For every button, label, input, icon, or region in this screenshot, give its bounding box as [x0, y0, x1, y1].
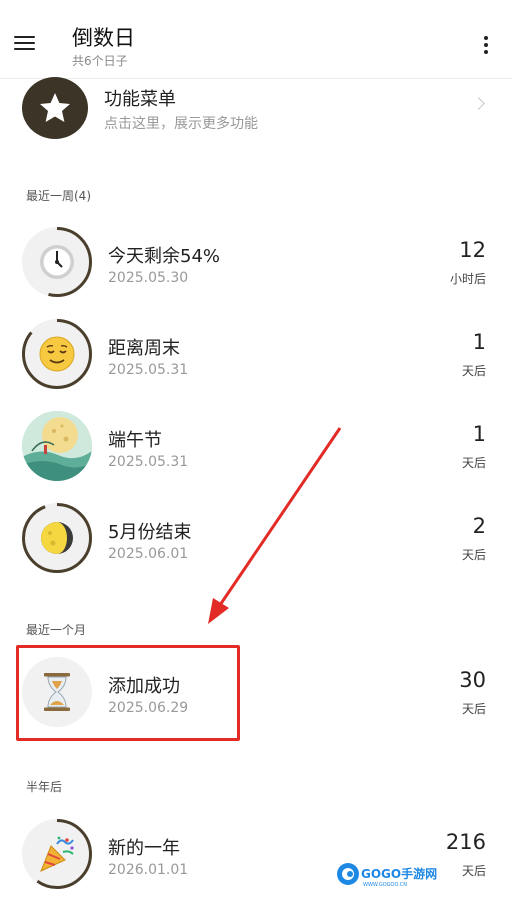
item-date: 2026.01.01: [108, 862, 189, 878]
party-popper-icon: [22, 819, 92, 889]
watermark-logo: GOGO手游网 WWW.GOGOO.CN: [336, 860, 440, 888]
item-title: 新的一年: [108, 838, 180, 859]
svg-text:WWW.GOGOO.CN: WWW.GOGOO.CN: [363, 882, 407, 888]
days-unit: 天后: [461, 864, 486, 878]
section-header-half-year: 半年后: [26, 780, 63, 794]
days-count: 216: [445, 830, 486, 854]
svg-text:GOGO手游网: GOGO手游网: [361, 866, 437, 881]
annotation-arrow: [208, 427, 342, 624]
item-avatar: [22, 819, 92, 889]
